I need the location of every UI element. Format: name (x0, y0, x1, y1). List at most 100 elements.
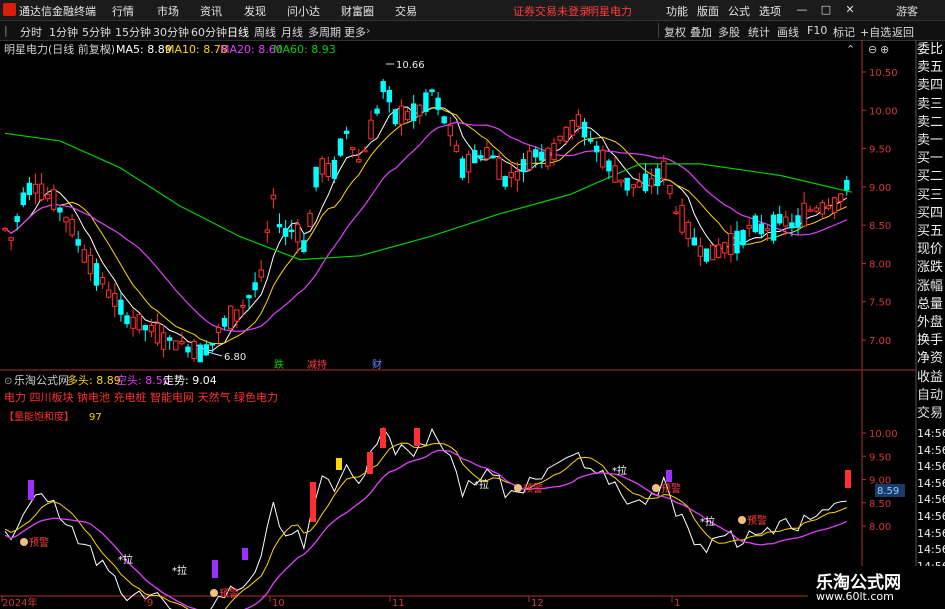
candle-body[interactable] (673, 211, 679, 214)
candle-body[interactable] (734, 230, 740, 254)
period-tab-5min[interactable]: 5分钟 (82, 24, 111, 40)
candle-body[interactable] (545, 147, 551, 167)
candle-body[interactable] (276, 224, 283, 228)
menu-item-wealth[interactable]: 财富圈 (341, 3, 374, 19)
candle-body[interactable] (191, 341, 197, 360)
period-tab-intraday[interactable]: 分时 (20, 24, 42, 40)
candle-body[interactable] (417, 104, 423, 117)
candle-body[interactable] (819, 202, 826, 215)
side-panel-item[interactable]: 买三 (917, 188, 945, 204)
candle-body[interactable] (215, 327, 222, 333)
side-panel-item[interactable]: 买一 (917, 151, 945, 167)
candle-body[interactable] (93, 263, 100, 286)
tool-f10[interactable]: F10 (807, 24, 827, 37)
candle-body[interactable] (764, 228, 771, 232)
candle-body[interactable] (740, 229, 746, 246)
side-panel-item[interactable]: 涨幅 (917, 279, 945, 295)
candle-body[interactable] (600, 149, 606, 168)
period-tab-weekly[interactable]: 周线 (254, 24, 276, 40)
candle-body[interactable] (398, 105, 405, 125)
candle-body[interactable] (508, 172, 515, 178)
candle-body[interactable] (581, 121, 588, 138)
candle-body[interactable] (783, 216, 789, 227)
candle-body[interactable] (313, 166, 319, 188)
candle-body[interactable] (630, 184, 636, 189)
candle-body[interactable] (179, 341, 185, 345)
more-chevron-icon[interactable]: › (366, 24, 370, 37)
candle-body[interactable] (69, 218, 75, 236)
candle-body[interactable] (435, 97, 441, 110)
candle-body[interactable] (404, 111, 411, 121)
candle-body[interactable] (703, 248, 710, 262)
candle-body[interactable] (99, 277, 106, 285)
candle-body[interactable] (642, 173, 649, 192)
candle-body[interactable] (295, 223, 301, 243)
candle-body[interactable] (264, 229, 271, 233)
candle-body[interactable] (838, 193, 844, 202)
candle-body[interactable] (429, 89, 435, 93)
candle-body[interactable] (234, 309, 240, 322)
menu-item-formula[interactable]: 公式 (728, 3, 750, 19)
candle-body[interactable] (520, 159, 527, 173)
side-panel-item[interactable]: 总量 (917, 297, 945, 313)
candle-body[interactable] (490, 155, 496, 159)
candle-body[interactable] (594, 145, 600, 153)
candle-body[interactable] (697, 245, 704, 257)
candle-body[interactable] (587, 139, 594, 142)
candle-body[interactable] (728, 233, 734, 255)
candle-body[interactable] (569, 119, 575, 136)
candle-body[interactable] (14, 216, 20, 222)
period-tab-30min[interactable]: 30分钟 (153, 24, 189, 40)
candle-body[interactable] (343, 130, 350, 134)
period-tab-15min[interactable]: 15分钟 (115, 24, 151, 40)
candle-body[interactable] (228, 305, 234, 330)
side-panel-item[interactable]: 买四 (917, 206, 945, 222)
candle-body[interactable] (795, 215, 801, 228)
period-tab-more[interactable]: 更多 (344, 24, 366, 40)
candle-body[interactable] (411, 103, 417, 122)
toolbar-toggle-icon[interactable]: | (4, 24, 8, 37)
tool-adjust[interactable]: 复权 (664, 24, 686, 40)
candle-body[interactable] (142, 325, 149, 331)
candle-body[interactable] (453, 144, 460, 153)
candle-body[interactable] (63, 216, 69, 223)
candle-body[interactable] (319, 158, 325, 175)
candle-body[interactable] (45, 194, 51, 200)
candle-body[interactable] (368, 119, 374, 140)
candle-body[interactable] (844, 179, 850, 191)
candle-body[interactable] (667, 185, 673, 195)
event-marker-drop[interactable]: 跌 (274, 358, 284, 371)
sub-settings-icon[interactable]: ⊙ (4, 376, 12, 387)
candle-body[interactable] (185, 346, 191, 353)
event-marker-reduce[interactable]: 减持 (307, 358, 327, 371)
tool-overlay[interactable]: 叠加 (690, 24, 712, 40)
candle-body[interactable] (709, 244, 716, 261)
menu-item-layout[interactable]: 版面 (697, 3, 719, 19)
menu-item-options[interactable]: 选项 (759, 3, 781, 19)
candle-body[interactable] (801, 202, 807, 227)
candle-body[interactable] (32, 183, 39, 194)
candle-body[interactable] (533, 149, 539, 158)
candle-body[interactable] (160, 332, 167, 350)
event-marker-finance[interactable]: 财 (372, 358, 382, 371)
side-panel-item[interactable]: 买五 (917, 224, 945, 240)
tool-draw[interactable]: 画线 (777, 24, 799, 40)
candle-body[interactable] (258, 269, 264, 278)
candle-body[interactable] (459, 158, 466, 178)
candle-body[interactable] (8, 237, 14, 241)
candle-body[interactable] (496, 157, 502, 180)
candle-body[interactable] (636, 181, 643, 188)
period-tab-multi[interactable]: 多周期 (308, 24, 341, 40)
candle-body[interactable] (289, 229, 295, 233)
candle-body[interactable] (350, 147, 356, 151)
candle-body[interactable] (551, 142, 557, 161)
candle-body[interactable] (606, 160, 612, 172)
candle-body[interactable] (331, 159, 338, 179)
candle-body[interactable] (301, 240, 307, 252)
candle-body[interactable] (514, 170, 521, 181)
candle-body[interactable] (472, 150, 478, 164)
tool-mark[interactable]: 标记 (833, 24, 855, 40)
period-tab-1min[interactable]: 1分钟 (49, 24, 78, 40)
maximize-icon[interactable]: □ (819, 3, 833, 17)
candle-body[interactable] (478, 155, 484, 159)
